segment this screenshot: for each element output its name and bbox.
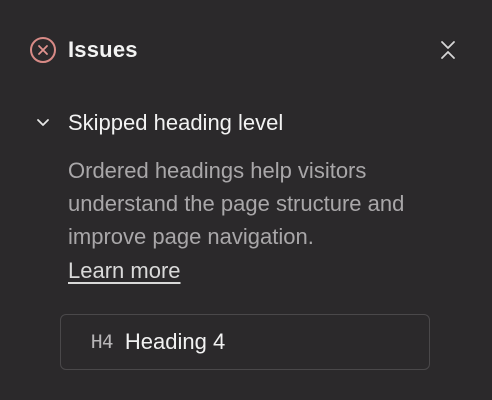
chevron-down-icon <box>34 114 52 132</box>
learn-more-link[interactable]: Learn more <box>68 258 181 284</box>
collapse-vertical-icon <box>441 41 455 59</box>
collapse-button[interactable] <box>434 36 462 64</box>
panel-header: Issues <box>30 34 462 66</box>
issue-description: Ordered headings help visitors understan… <box>68 158 405 249</box>
issues-panel: Issues Skipped heading level Ordered hea… <box>0 0 492 400</box>
issue-toggle[interactable]: Skipped heading level <box>34 108 454 138</box>
heading-element-chip[interactable]: H4 Heading 4 <box>60 314 430 370</box>
issue-title: Skipped heading level <box>68 110 284 135</box>
heading-label: Heading 4 <box>124 329 226 354</box>
heading-tag: H4 <box>91 331 113 353</box>
panel-title: Issues <box>68 37 138 62</box>
x-circle-icon <box>30 37 56 63</box>
